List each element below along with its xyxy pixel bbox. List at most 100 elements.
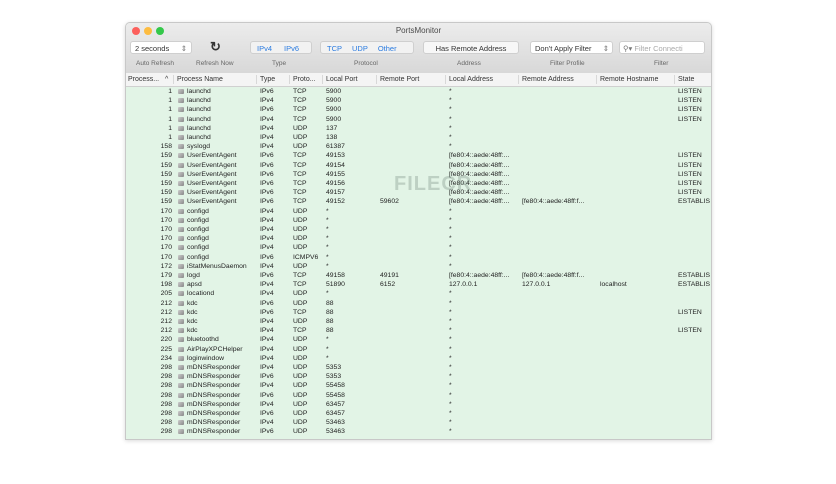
refresh-icon[interactable]: ↻ bbox=[210, 39, 221, 55]
column-header-remote-address[interactable]: Remote Address bbox=[522, 76, 574, 83]
cell-process-name: launchd bbox=[187, 97, 211, 105]
filter-profile-select[interactable]: Don't Apply Filter ⇕ bbox=[530, 41, 613, 54]
table-row[interactable]: 179 logd IPv6 TCP 49158 49191 [fe80:4::aede:48… bbox=[126, 271, 711, 280]
ipv4-toggle[interactable]: IPv4 bbox=[251, 42, 278, 55]
cell-protocol: UDP bbox=[293, 354, 308, 362]
table-row[interactable]: 170 configd IPv4 UDP * * bbox=[126, 216, 711, 225]
type-segmented-control: IPv4 IPv6 bbox=[250, 41, 312, 54]
cell-local-port: * bbox=[326, 290, 329, 298]
cell-local-port: 51890 bbox=[326, 281, 345, 289]
process-icon bbox=[178, 365, 184, 370]
column-header-remote-hostname[interactable]: Remote Hostname bbox=[600, 76, 658, 83]
table-row[interactable]: 1 launchd IPv6 TCP 5900 * LISTEN bbox=[126, 87, 711, 96]
cell-local-port: 53463 bbox=[326, 419, 345, 427]
cell-pid: 170 bbox=[160, 253, 172, 261]
table-row[interactable]: 220 bluetoothd IPv4 UDP * * bbox=[126, 335, 711, 344]
table-row[interactable]: 159 UserEventAgent IPv6 TCP 49154 [fe80:4::ae… bbox=[126, 161, 711, 170]
cell-protocol: UDP bbox=[293, 207, 308, 215]
table-row[interactable]: 298 mDNSResponder IPv6 UDP 53463 * bbox=[126, 427, 711, 436]
table-row[interactable]: 159 UserEventAgent IPv6 TCP 49152 59602 [fe80:… bbox=[126, 197, 711, 206]
cell-pid: 1 bbox=[168, 88, 172, 95]
cell-pid: 212 bbox=[160, 327, 172, 335]
column-divider[interactable] bbox=[289, 75, 290, 84]
ipv6-toggle[interactable]: IPv6 bbox=[278, 42, 305, 55]
cell-protocol: UDP bbox=[293, 216, 308, 224]
column-divider[interactable] bbox=[674, 75, 675, 84]
table-row[interactable]: 170 configd IPv4 UDP * * bbox=[126, 225, 711, 234]
table-row[interactable]: 298 mDNSResponder IPv4 UDP 55458 * bbox=[126, 381, 711, 390]
table-row[interactable]: 298 mDNSResponder IPv6 UDP 55458 * bbox=[126, 391, 711, 400]
cell-type: IPv4 bbox=[260, 143, 274, 151]
table-row[interactable]: 225 AirPlayXPCHelper IPv4 UDP * * bbox=[126, 345, 711, 354]
column-header-protocol[interactable]: Proto... bbox=[293, 76, 316, 83]
cell-type: IPv4 bbox=[260, 419, 274, 427]
cell-pid: 298 bbox=[160, 364, 172, 371]
filter-search-input[interactable]: ⚲▾ Filter Connecti bbox=[619, 41, 705, 54]
table-row[interactable]: 170 configd IPv4 UDP * * bbox=[126, 207, 711, 216]
cell-process-name: launchd bbox=[187, 115, 211, 123]
column-header-local-address[interactable]: Local Address bbox=[449, 76, 493, 83]
cell-process-name: logd bbox=[187, 272, 200, 279]
table-row[interactable]: 1 launchd IPv4 TCP 5900 * LISTEN bbox=[126, 115, 711, 124]
column-divider[interactable] bbox=[596, 75, 597, 84]
cell-type: IPv6 bbox=[260, 410, 274, 417]
table-row[interactable]: 212 kdc IPv4 TCP 88 * LISTEN bbox=[126, 326, 711, 335]
table-row[interactable]: 212 kdc IPv6 UDP 88 * bbox=[126, 299, 711, 308]
cell-process-name: configd bbox=[187, 216, 209, 224]
table-row[interactable]: 298 mDNSResponder IPv4 UDP 63457 * bbox=[126, 400, 711, 409]
cell-state: LISTEN bbox=[678, 308, 702, 316]
cell-local-address: [fe80:4::aede:48ff:... bbox=[449, 272, 510, 279]
cell-protocol: UDP bbox=[293, 336, 308, 344]
cell-local-port: * bbox=[326, 336, 329, 344]
has-remote-address-button[interactable]: Has Remote Address bbox=[423, 41, 519, 54]
column-header-local-port[interactable]: Local Port bbox=[326, 76, 358, 83]
cell-protocol: UDP bbox=[293, 373, 308, 381]
table-row[interactable]: 1 launchd IPv4 UDP 137 * bbox=[126, 124, 711, 133]
column-divider[interactable] bbox=[322, 75, 323, 84]
cell-pid: 298 bbox=[160, 382, 172, 390]
column-header-remote-port[interactable]: Remote Port bbox=[380, 76, 419, 83]
table-row[interactable]: 172 iStatMenusDaemon IPv4 UDP * * bbox=[126, 262, 711, 271]
refresh-interval-select[interactable]: 2 seconds ⇕ bbox=[130, 41, 192, 54]
table-row[interactable]: 1 launchd IPv4 TCP 5900 * LISTEN bbox=[126, 96, 711, 105]
column-header-pid[interactable]: Process... bbox=[128, 76, 159, 83]
table-row[interactable]: 170 configd IPv4 UDP * * bbox=[126, 234, 711, 243]
column-header-type[interactable]: Type bbox=[260, 76, 275, 83]
table-row[interactable]: 298 mDNSResponder IPv6 UDP 63457 * bbox=[126, 409, 711, 418]
column-divider[interactable] bbox=[445, 75, 446, 84]
cell-local-port: 63457 bbox=[326, 410, 345, 417]
tcp-toggle[interactable]: TCP bbox=[321, 42, 348, 55]
process-icon bbox=[178, 411, 184, 416]
column-divider[interactable] bbox=[256, 75, 257, 84]
udp-toggle[interactable]: UDP bbox=[348, 42, 372, 55]
cell-pid: 159 bbox=[160, 189, 172, 197]
table-row[interactable]: 212 kdc IPv4 UDP 88 * bbox=[126, 317, 711, 326]
cell-type: IPv6 bbox=[260, 88, 274, 95]
cell-local-address: * bbox=[449, 336, 452, 344]
table-row[interactable]: 1 launchd IPv4 UDP 138 * bbox=[126, 133, 711, 142]
cell-state: LISTEN bbox=[678, 106, 702, 114]
table-row[interactable]: 159 UserEventAgent IPv6 TCP 49153 [fe80:4::ae… bbox=[126, 151, 711, 160]
table-row[interactable]: 298 mDNSResponder IPv4 UDP 5353 * bbox=[126, 363, 711, 372]
cell-local-port: 88 bbox=[326, 318, 334, 325]
process-icon bbox=[178, 346, 184, 352]
column-header-state[interactable]: State bbox=[678, 76, 694, 83]
column-divider[interactable] bbox=[173, 75, 174, 84]
process-icon bbox=[178, 98, 184, 104]
table-row[interactable]: 234 loginwindow IPv4 UDP * * bbox=[126, 354, 711, 363]
cell-process-name: UserEventAgent bbox=[187, 170, 237, 178]
column-header-process-name[interactable]: Process Name bbox=[177, 76, 223, 83]
table-row[interactable]: 1 launchd IPv6 TCP 5900 * LISTEN bbox=[126, 105, 711, 114]
cell-local-port: 88 bbox=[326, 299, 334, 307]
table-row[interactable]: 212 kdc IPv6 TCP 88 * LISTEN bbox=[126, 308, 711, 317]
other-toggle[interactable]: Other bbox=[372, 42, 403, 55]
table-row[interactable]: 170 configd IPv6 ICMPV6 * * bbox=[126, 253, 711, 262]
table-row[interactable]: 205 locationd IPv4 UDP * * bbox=[126, 289, 711, 298]
table-row[interactable]: 198 apsd IPv4 TCP 51890 6152 127.0.0.1 127.0.0.… bbox=[126, 280, 711, 289]
table-row[interactable]: 298 mDNSResponder IPv6 UDP 5353 * bbox=[126, 372, 711, 381]
table-row[interactable]: 298 mDNSResponder IPv4 UDP 53463 * bbox=[126, 418, 711, 427]
table-row[interactable]: 158 syslogd IPv4 UDP 61387 * bbox=[126, 142, 711, 151]
column-divider[interactable] bbox=[518, 75, 519, 84]
table-row[interactable]: 170 configd IPv4 UDP * * bbox=[126, 243, 711, 252]
column-divider[interactable] bbox=[376, 75, 377, 84]
